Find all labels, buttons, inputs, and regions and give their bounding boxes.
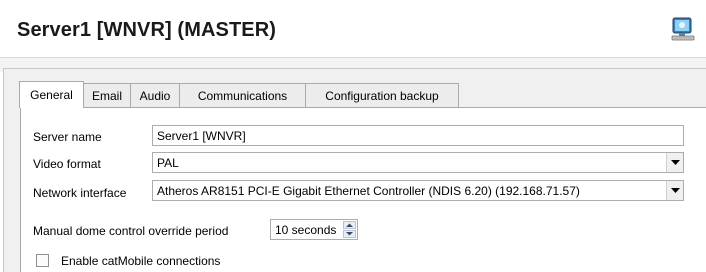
tab-configuration-backup[interactable]: Configuration backup (305, 83, 459, 107)
tab-audio[interactable]: Audio (130, 83, 180, 107)
stepper-buttons (343, 221, 356, 238)
stepper-down-button[interactable] (343, 230, 356, 238)
catmobile-checkbox[interactable] (36, 254, 49, 267)
video-format-value: PAL (157, 156, 179, 170)
dome-override-stepper[interactable]: 10 seconds (270, 219, 358, 240)
chevron-down-icon (671, 160, 680, 165)
video-format-select[interactable]: PAL (152, 152, 684, 173)
network-interface-value: Atheros AR8151 PCI-E Gigabit Ethernet Co… (157, 184, 580, 198)
catmobile-label: Enable catMobile connections (61, 254, 221, 268)
page-header: Server1 [WNVR] (MASTER) (0, 0, 706, 58)
video-format-dropdown-button[interactable] (666, 153, 683, 172)
dome-override-value: 10 seconds (275, 223, 337, 237)
tab-email[interactable]: Email (83, 83, 131, 107)
chevron-down-icon (346, 232, 353, 236)
server-computer-icon (671, 17, 695, 41)
network-interface-dropdown-button[interactable] (666, 181, 683, 200)
dome-override-label: Manual dome control override period (33, 224, 229, 238)
chevron-up-icon (346, 223, 353, 227)
video-format-label: Video format (33, 157, 101, 171)
server-name-label: Server name (33, 130, 102, 144)
network-interface-label: Network interface (33, 186, 127, 200)
page-title: Server1 [WNVR] (MASTER) (17, 19, 276, 41)
tab-general[interactable]: General (19, 81, 84, 108)
network-interface-select[interactable]: Atheros AR8151 PCI-E Gigabit Ethernet Co… (152, 180, 684, 201)
server-name-input[interactable]: Server1 [WNVR] (152, 125, 684, 146)
stepper-up-button[interactable] (343, 221, 356, 229)
tab-communications[interactable]: Communications (179, 83, 306, 107)
chevron-down-icon (671, 188, 680, 193)
